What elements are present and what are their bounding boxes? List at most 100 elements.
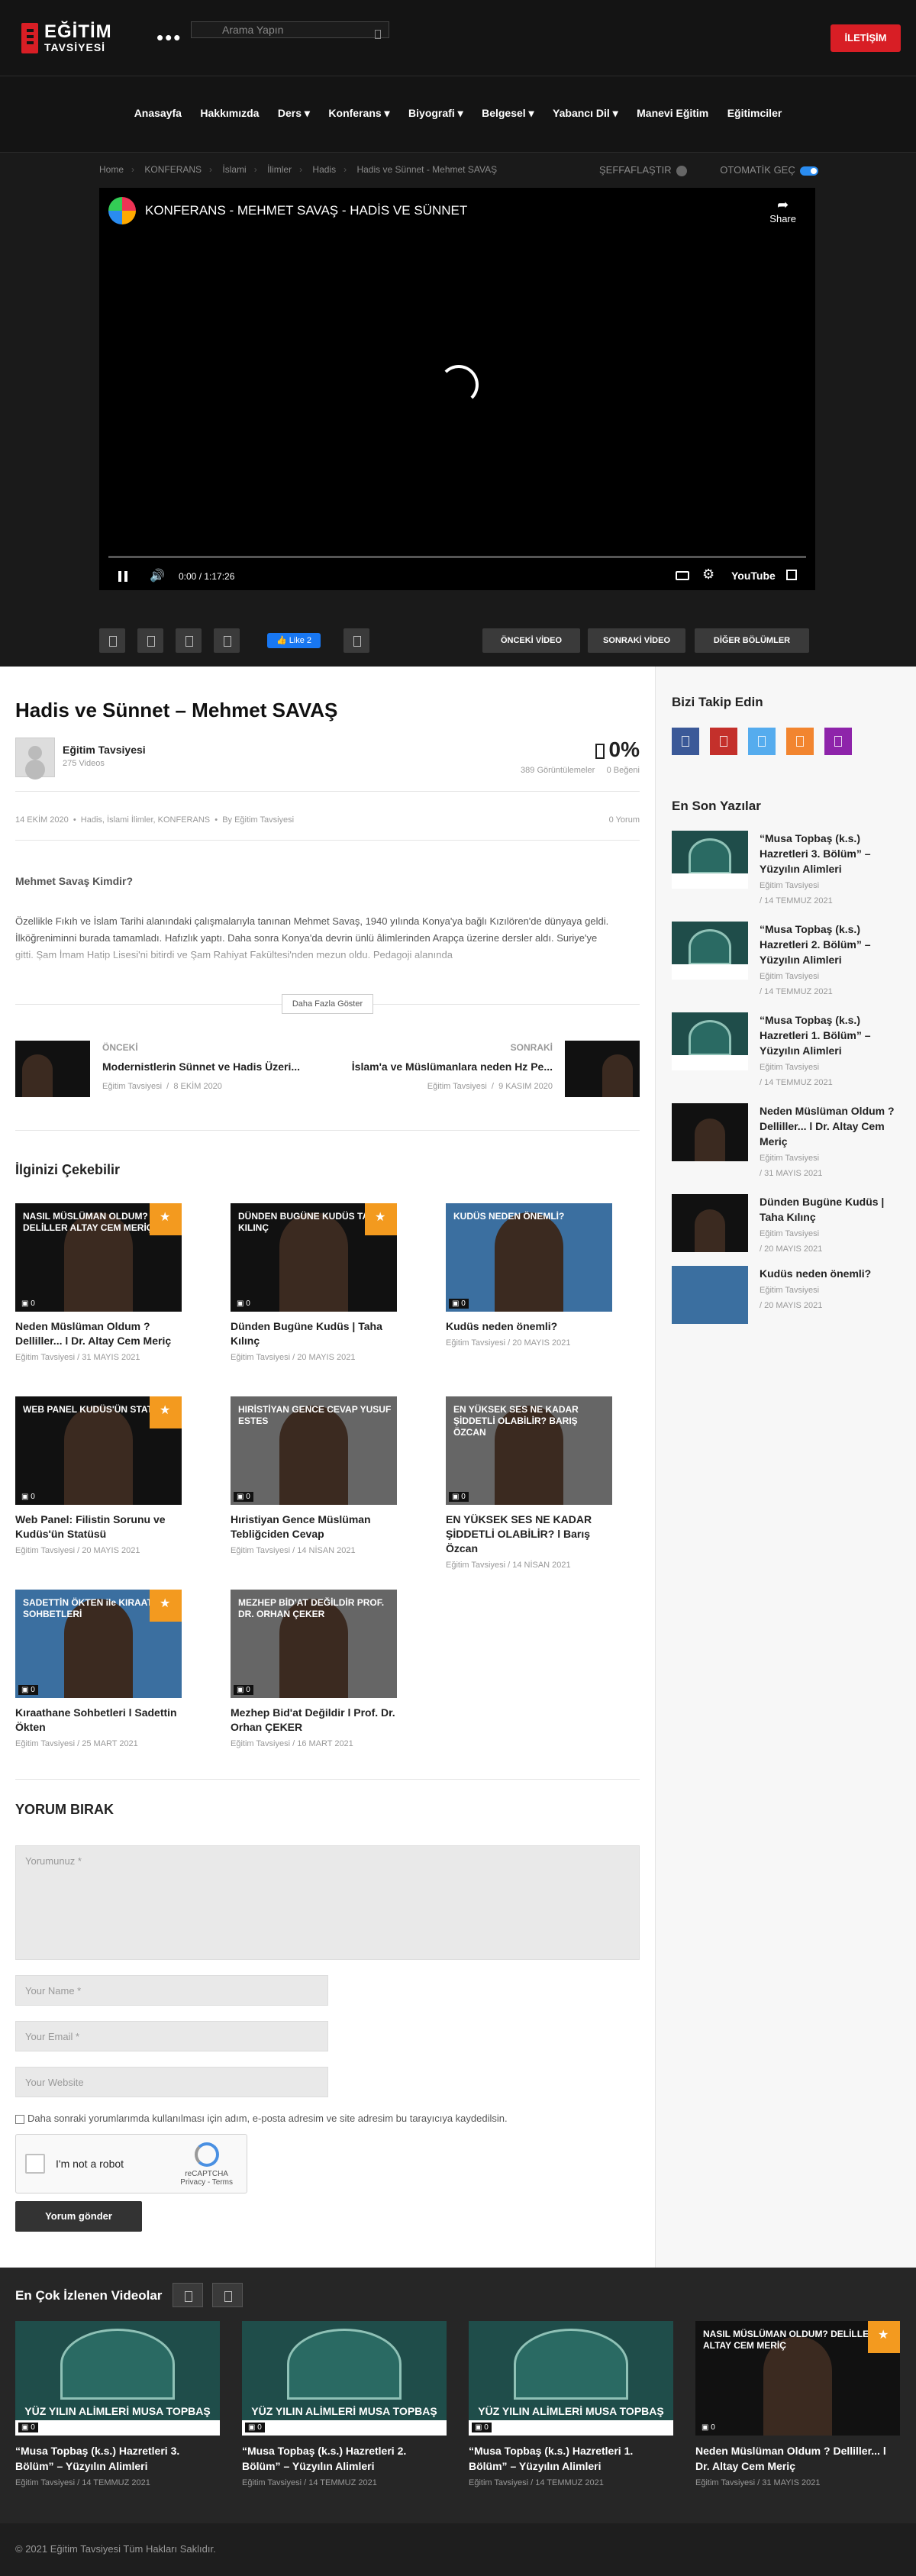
video-thumbnail[interactable]: KUDÜS NEDEN ÖNEMLİ? ▣ 0	[446, 1203, 612, 1312]
website-field[interactable]: Your Website	[15, 2067, 328, 2097]
related-card-title[interactable]: EN YÜKSEK SES NE KADAR ŞİDDETLİ OLABİLİR…	[446, 1512, 612, 1556]
video-thumbnail[interactable]: YÜZ YILIN ALİMLERİ MUSA TOPBAŞ ▣ 0	[15, 2321, 220, 2436]
email-field[interactable]: Your Email *	[15, 2021, 328, 2051]
save-info-label[interactable]: Daha sonraki yorumlarımda kullanılması i…	[27, 2113, 508, 2124]
prev-video-button[interactable]: ÖNCEKİ VİDEO	[482, 628, 580, 653]
recent-post-title[interactable]: “Musa Topbaş (k.s.) Hazretleri 2. Bölüm”…	[760, 922, 901, 967]
nav-item-home[interactable]: Anasayfa	[134, 107, 182, 119]
recaptcha-links[interactable]: Privacy - Terms	[180, 2178, 233, 2187]
recent-post-thumbnail[interactable]	[672, 1012, 748, 1070]
related-card-title[interactable]: Mezhep Bid'at Değildir l Prof. Dr. Orhan…	[231, 1706, 397, 1735]
popular-video-title[interactable]: Neden Müslüman Oldum ? Delliller... l Dr…	[695, 2443, 900, 2474]
related-card-title[interactable]: Hıristiyan Gence Müslüman Tebliğciden Ce…	[231, 1512, 397, 1541]
recent-post-thumbnail[interactable]	[672, 1194, 748, 1252]
video-thumbnail[interactable]: YÜZ YILIN ALİMLERİ MUSA TOPBAŞ ▣ 0	[242, 2321, 447, 2436]
nav-item-lessons[interactable]: Ders ▾	[278, 107, 310, 120]
related-card-title[interactable]: Web Panel: Filistin Sorunu ve Kudüs'ün S…	[15, 1512, 182, 1541]
prev-post-title[interactable]: Modernistlerin Sünnet ve Hadis Üzeri...	[102, 1060, 300, 1073]
related-card[interactable]: SADETTİN ÖKTEN ile KIRAATHANE SOHBETLERİ…	[15, 1590, 182, 1748]
breadcrumb-islami[interactable]: İslami	[222, 164, 246, 175]
comment-textarea[interactable]: Yorumunuz *	[15, 1845, 640, 1960]
recent-post-author[interactable]: Eğitim Tavsiyesi	[760, 972, 819, 981]
facebook-icon[interactable]	[672, 728, 699, 755]
report-button[interactable]	[214, 628, 240, 653]
video-thumbnail[interactable]: HIRİSTİYAN GENCE CEVAP YUSUF ESTES ▣ 0	[231, 1396, 397, 1505]
recent-post-title[interactable]: Neden Müslüman Oldum ? Delliller... l Dr…	[760, 1103, 901, 1149]
recaptcha-checkbox[interactable]	[25, 2154, 45, 2174]
popular-video-card[interactable]: YÜZ YILIN ALİMLERİ MUSA TOPBAŞ ▣ 0 “Musa T…	[469, 2321, 673, 2487]
related-card[interactable]: HIRİSTİYAN GENCE CEVAP YUSUF ESTES ▣ 0 Hır…	[231, 1396, 397, 1555]
next-post-thumbnail[interactable]	[565, 1041, 640, 1097]
related-card[interactable]: WEB PANEL KUDÜS'ÜN STATÜSÜ▣ 0 Web Panel: …	[15, 1396, 182, 1555]
video-progress-bar[interactable]	[108, 556, 806, 558]
share-button[interactable]: ➦ Share	[769, 197, 796, 224]
post-categories[interactable]: Hadis, İslami İlimler, KONFERANS	[81, 815, 210, 825]
related-card[interactable]: KUDÜS NEDEN ÖNEMLİ? ▣ 0 Kudüs neden önemli…	[446, 1203, 612, 1348]
related-card-title[interactable]: Neden Müslüman Oldum ? Delliller... l Dr…	[15, 1319, 182, 1348]
popular-video-card[interactable]: YÜZ YILIN ALİMLERİ MUSA TOPBAŞ ▣ 0 “Musa T…	[242, 2321, 447, 2487]
popular-video-title[interactable]: “Musa Topbaş (k.s.) Hazretleri 2. Bölüm”…	[242, 2443, 447, 2474]
popular-video-card[interactable]: NASIL MÜSLÜMAN OLDUM? DELİLLER ALTAY CEM…	[695, 2321, 900, 2487]
expand-button[interactable]	[137, 628, 163, 653]
search-input[interactable]: Arama Yapın	[191, 21, 389, 39]
nav-item-spiritual[interactable]: Manevi Eğitim	[637, 107, 708, 119]
recent-post-title[interactable]: Dünden Bugüne Kudüs | Taha Kılınç	[760, 1194, 901, 1225]
recent-post-thumbnail[interactable]	[672, 1266, 748, 1324]
more-menu-button[interactable]: •••	[156, 26, 182, 50]
save-button[interactable]	[344, 628, 369, 653]
related-card-title[interactable]: Kıraathane Sohbetleri l Sadettin Ökten	[15, 1706, 182, 1735]
channel-logo-icon[interactable]	[108, 197, 136, 224]
nav-item-educators[interactable]: Eğitimciler	[727, 107, 782, 119]
recent-post-thumbnail[interactable]	[672, 831, 748, 889]
avatar[interactable]	[15, 738, 55, 777]
show-more-button[interactable]: Daha Fazla Göster	[282, 994, 373, 1014]
carousel-prev-button[interactable]	[173, 2283, 203, 2307]
nav-item-documentary[interactable]: Belgesel ▾	[482, 107, 534, 120]
save-info-checkbox[interactable]	[15, 2114, 24, 2124]
video-thumbnail[interactable]: NASIL MÜSLÜMAN OLDUM? DELİLLER ALTAY CEM…	[15, 1203, 182, 1312]
recent-post-thumbnail[interactable]	[672, 1103, 748, 1161]
recent-post-author[interactable]: Eğitim Tavsiyesi	[760, 1154, 819, 1163]
thumbs-up-icon[interactable]	[595, 743, 605, 759]
rss-icon[interactable]	[786, 728, 814, 755]
name-field[interactable]: Your Name *	[15, 1975, 328, 2006]
related-card[interactable]: NASIL MÜSLÜMAN OLDUM? DELİLLER ALTAY CEM…	[15, 1203, 182, 1362]
video-thumbnail[interactable]: DÜNDEN BUGÜNE KUDÜS TAHA KILINÇ▣ 0	[231, 1203, 397, 1312]
breadcrumb-hadis[interactable]: Hadis	[312, 164, 336, 175]
share-tool-button[interactable]	[176, 628, 202, 653]
autoplay-switch[interactable]	[799, 166, 818, 176]
volume-icon[interactable]: 🔊	[150, 568, 165, 583]
author-name[interactable]: Eğitim Tavsiyesi	[63, 744, 146, 756]
next-video-button[interactable]: SONRAKİ VİDEO	[588, 628, 685, 653]
captions-icon[interactable]	[676, 571, 689, 580]
video-thumbnail[interactable]: YÜZ YILIN ALİMLERİ MUSA TOPBAŞ ▣ 0	[469, 2321, 673, 2436]
youtube-icon[interactable]	[710, 728, 737, 755]
popular-video-title[interactable]: “Musa Topbaş (k.s.) Hazretleri 1. Bölüm”…	[469, 2443, 673, 2474]
nav-item-conference[interactable]: Konferans ▾	[328, 107, 389, 120]
related-card[interactable]: MEZHEP BİD'AT DEĞİLDİR PROF. DR. ORHAN Ç…	[231, 1590, 397, 1748]
pause-icon[interactable]	[118, 571, 121, 582]
video-thumbnail[interactable]: SADETTİN ÖKTEN ile KIRAATHANE SOHBETLERİ…	[15, 1590, 182, 1698]
video-title[interactable]: KONFERANS - MEHMET SAVAŞ - HADİS VE SÜNN…	[145, 203, 467, 218]
post-by[interactable]: By Eğitim Tavsiyesi	[222, 815, 294, 825]
settings-gear-icon[interactable]: ⚙	[702, 567, 714, 583]
recent-post-title[interactable]: “Musa Topbaş (k.s.) Hazretleri 1. Bölüm”…	[760, 1012, 901, 1058]
recent-post-author[interactable]: Eğitim Tavsiyesi	[760, 1229, 819, 1238]
nav-item-foreign-language[interactable]: Yabancı Dil ▾	[553, 107, 618, 120]
recent-post-author[interactable]: Eğitim Tavsiyesi	[760, 1286, 819, 1295]
next-post-title[interactable]: İslam'a ve Müslümanlara neden Hz Pe...	[352, 1060, 553, 1073]
facebook-like-button[interactable]: 👍 Like 2	[267, 633, 321, 648]
popular-video-card[interactable]: YÜZ YILIN ALİMLERİ MUSA TOPBAŞ ▣ 0 “Musa T…	[15, 2321, 220, 2487]
carousel-next-button[interactable]	[212, 2283, 243, 2307]
recent-post-thumbnail[interactable]	[672, 922, 748, 980]
recent-post-author[interactable]: Eğitim Tavsiyesi	[760, 881, 819, 890]
nav-item-biography[interactable]: Biyografi ▾	[408, 107, 463, 120]
video-player[interactable]: KONFERANS - MEHMET SAVAŞ - HADİS VE SÜNN…	[99, 188, 815, 590]
comment-count[interactable]: 0 Yorum	[609, 815, 640, 825]
transparent-toggle-label[interactable]: ŞEFFAFLAŞTIR	[599, 164, 672, 176]
recent-post-title[interactable]: Kudüs neden önemli?	[760, 1266, 901, 1281]
submit-comment-button[interactable]: Yorum gönder	[15, 2201, 142, 2232]
instagram-icon[interactable]	[824, 728, 852, 755]
fullscreen-icon[interactable]	[786, 570, 797, 580]
other-episodes-button[interactable]: DİĞER BÖLÜMLER	[695, 628, 809, 653]
